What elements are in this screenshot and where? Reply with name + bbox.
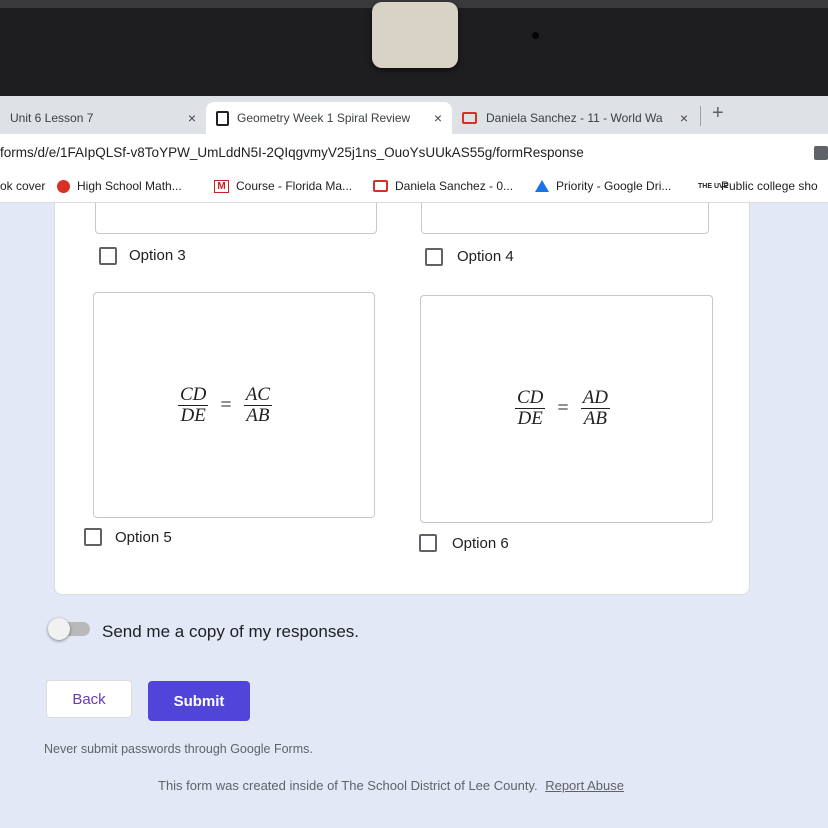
tab-close-icon[interactable]: ×: [674, 110, 688, 126]
bookmark-label: Priority - Google Dri...: [556, 179, 672, 193]
numerator: AD: [580, 387, 611, 409]
tab-close-icon[interactable]: ×: [428, 110, 442, 126]
option-5-image: CD DE = AC AB: [93, 292, 375, 518]
numerator: CD: [178, 384, 209, 406]
option-5-equation: CD DE = AC AB: [178, 385, 272, 426]
bookmarks-bar: ok cover High School Math... M Course - …: [0, 172, 828, 203]
option-5-label: Option 5: [115, 529, 172, 546]
laptop-bezel: [0, 0, 828, 96]
footer-text: This form was created inside of The Scho…: [158, 778, 538, 793]
equals-sign: =: [557, 397, 569, 419]
red-dot-icon: [57, 179, 70, 193]
denominator: DE: [180, 405, 206, 426]
option-4-image: [421, 203, 709, 234]
option-5-checkbox[interactable]: [84, 528, 102, 546]
option-6-checkbox[interactable]: [419, 534, 437, 552]
denominator: AB: [583, 408, 607, 429]
fraction: AD AB: [580, 387, 611, 429]
classroom-icon: [373, 180, 388, 192]
submit-button[interactable]: Submit: [148, 681, 250, 721]
toggle-thumb[interactable]: [48, 618, 70, 640]
tab-geometry-week-1-spiral-review[interactable]: Geometry Week 1 Spiral Review ×: [206, 102, 452, 134]
numerator: AC: [243, 384, 272, 406]
tab-close-icon[interactable]: ×: [182, 110, 196, 126]
bookmark-item[interactable]: High School Math...: [57, 179, 182, 193]
bookmark-item[interactable]: M Course - Florida Ma...: [214, 179, 352, 193]
option-3-image: [95, 203, 377, 234]
report-abuse-link[interactable]: Report Abuse: [545, 778, 624, 793]
url-text[interactable]: forms/d/e/1FAIpQLSf-v8ToYPW_UmLddN5I-2QI…: [0, 145, 584, 160]
uve-icon: THE UVE: [698, 182, 729, 190]
tab-daniela-sanchez[interactable]: Daniela Sanchez - 11 - World Wa ×: [452, 102, 698, 134]
bookmark-label: Daniela Sanchez - 0...: [395, 179, 514, 193]
numerator: CD: [515, 387, 546, 409]
classroom-icon: [462, 112, 477, 124]
tab-title: Unit 6 Lesson 7: [10, 111, 94, 125]
option-6-image: CD DE = AD AB: [420, 295, 713, 523]
form-footer: This form was created inside of The Scho…: [158, 778, 624, 793]
fraction: CD DE: [178, 384, 209, 426]
bookmark-label: ok cover: [0, 179, 46, 193]
mcgraw-hill-icon: M: [214, 179, 229, 193]
option-3-label: Option 3: [129, 247, 186, 264]
bookmark-item[interactable]: THE UVE Public college sho: [698, 179, 818, 193]
extension-icon[interactable]: [814, 146, 828, 160]
tab-unit-6-lesson-7[interactable]: Unit 6 Lesson 7 ×: [0, 102, 206, 134]
back-button[interactable]: Back: [46, 680, 132, 718]
google-drive-icon: [535, 180, 549, 192]
camera-icon: [532, 32, 539, 39]
bookmark-label: Public college sho: [721, 179, 818, 193]
question-card: Option 3 Option 4 CD DE = AC AB CD DE = …: [54, 203, 750, 595]
option-6-label: Option 6: [452, 535, 509, 552]
option-6-equation: CD DE = AD AB: [515, 387, 611, 429]
option-3-checkbox[interactable]: [99, 247, 117, 265]
google-forms-icon: [216, 110, 229, 126]
bookmark-item[interactable]: Daniela Sanchez - 0...: [373, 179, 513, 193]
tab-title: Geometry Week 1 Spiral Review: [237, 111, 411, 125]
option-4-checkbox[interactable]: [425, 248, 443, 266]
option-4-label: Option 4: [457, 248, 514, 265]
equals-sign: =: [220, 394, 232, 416]
denominator: AB: [246, 405, 270, 426]
denominator: DE: [517, 408, 543, 429]
fraction: AC AB: [243, 384, 272, 426]
webcam-cover: [372, 2, 458, 68]
tab-strip: Unit 6 Lesson 7 × Geometry Week 1 Spiral…: [0, 96, 828, 134]
bookmark-label: Course - Florida Ma...: [236, 179, 353, 193]
address-bar[interactable]: forms/d/e/1FAIpQLSf-v8ToYPW_UmLddN5I-2QI…: [0, 134, 828, 173]
bookmark-label: High School Math...: [77, 179, 182, 193]
fraction: CD DE: [515, 387, 546, 429]
tab-title: Daniela Sanchez - 11 - World Wa: [486, 111, 663, 125]
send-copy-label: Send me a copy of my responses.: [102, 622, 360, 641]
form-page: Option 3 Option 4 CD DE = AC AB CD DE = …: [0, 203, 828, 828]
password-warning: Never submit passwords through Google Fo…: [44, 742, 313, 756]
tab-separator: [700, 106, 701, 126]
bookmark-item[interactable]: Priority - Google Dri...: [535, 179, 671, 193]
bookmark-item[interactable]: ok cover: [0, 179, 45, 193]
new-tab-button[interactable]: +: [712, 102, 724, 125]
